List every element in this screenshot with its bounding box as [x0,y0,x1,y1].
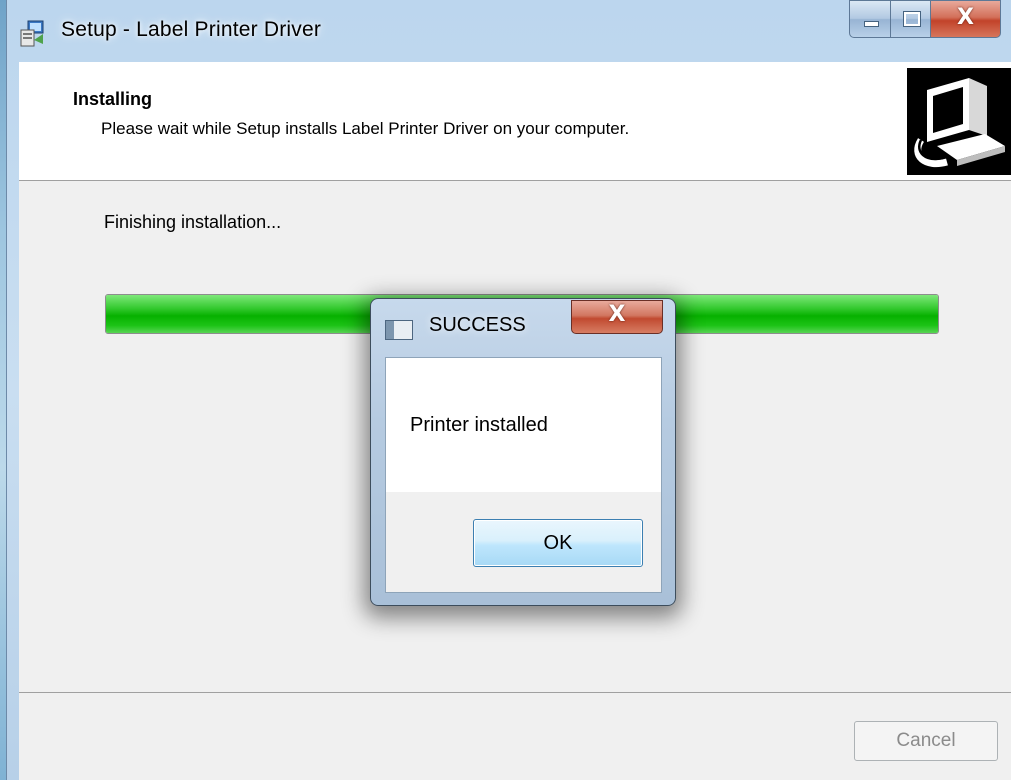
page-title: Installing [73,89,153,109]
window-title: Setup - Label Printer Driver [61,18,322,41]
setup-computer-icon [20,20,44,47]
title-bar[interactable]: Setup - Label Printer Driver X [7,0,1011,62]
footer-divider [19,692,1011,693]
caption-buttons: X [849,0,1001,38]
dialog-title: SUCCESS [429,314,526,336]
dialog-message: Printer installed [410,414,548,436]
dialog-close-button[interactable]: X [571,300,663,334]
minimize-button[interactable] [849,0,891,38]
close-button[interactable]: X [931,0,1001,38]
maximize-icon [903,11,921,27]
ok-button[interactable]: OK [473,519,643,567]
dialog-message-area: Printer installed [386,358,661,492]
success-dialog: SUCCESS X Printer installed OK [370,298,676,606]
maximize-button[interactable] [891,0,931,38]
close-icon: X [957,5,974,30]
computer-install-icon [907,68,1011,175]
minimize-icon [864,21,879,27]
dialog-body: Printer installed OK [385,357,662,593]
cancel-button[interactable]: Cancel [854,721,998,761]
status-text: Finishing installation... [104,212,282,232]
wizard-header: Installing Please wait while Setup insta… [19,62,1011,181]
window-icon [385,320,413,340]
page-subtitle: Please wait while Setup installs Label P… [101,119,630,138]
close-icon: X [608,302,626,327]
